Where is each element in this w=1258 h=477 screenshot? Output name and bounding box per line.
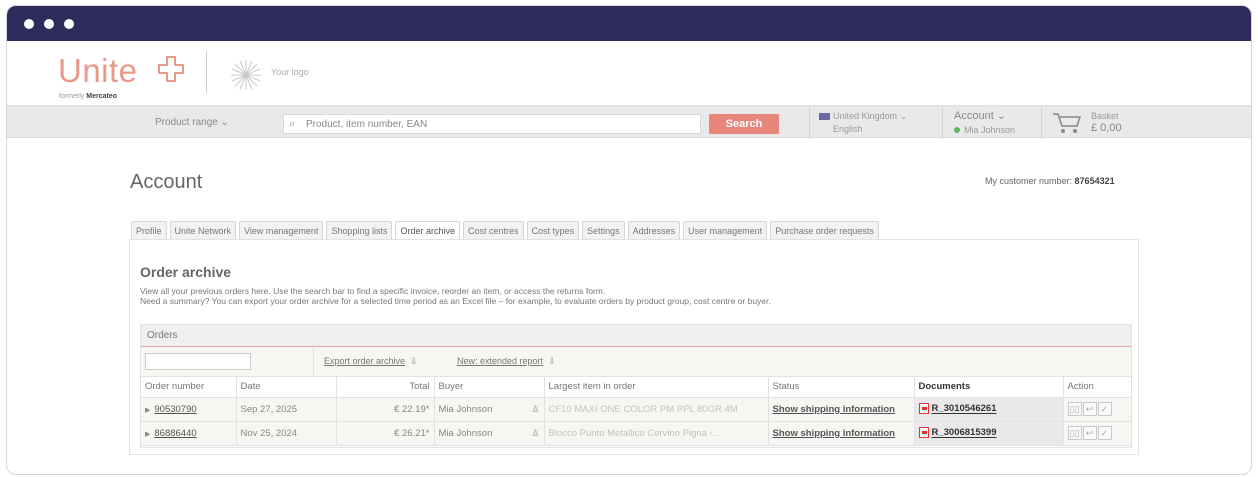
largest-item: Blocco Punto Metallico Cervino Pigna -..… <box>544 421 769 446</box>
brand-cross-icon <box>158 56 184 82</box>
basket-summary[interactable]: Basket £ 0,00 <box>1091 110 1122 134</box>
logo-divider <box>206 51 207 93</box>
orders-table: Order number Date Total Buyer Largest it… <box>141 377 1132 446</box>
export-order-archive-link[interactable]: Export order archive ⇩ <box>324 356 418 367</box>
language-label: English <box>833 124 863 134</box>
account-label: Account ⌄ <box>954 110 1007 122</box>
order-total: € 22.19* <box>336 397 435 422</box>
search-input[interactable]: ⌕ Product, item number, EAN <box>283 114 701 134</box>
document-link[interactable]: R_3006815399 <box>932 428 997 439</box>
online-status-icon <box>954 127 960 133</box>
orders-heading: Orders <box>141 325 1131 347</box>
chevron-down-icon: ⌄ <box>899 111 908 121</box>
window-dot-icon[interactable] <box>64 19 74 29</box>
toolbar-divider <box>313 347 314 377</box>
customer-number: My customer number: 87654321 <box>985 176 1115 186</box>
col-buyer[interactable]: Buyer <box>434 377 545 398</box>
compare-icon[interactable]: ▯▯ <box>1067 402 1082 416</box>
window-dot-icon[interactable] <box>24 19 34 29</box>
tab-shopping-lists[interactable]: Shopping lists <box>326 221 393 239</box>
sunburst-logo-icon <box>231 60 261 90</box>
document-link[interactable]: R_3010546261 <box>932 404 997 415</box>
language-selector[interactable]: United Kingdom ⌄ English <box>819 110 907 136</box>
tab-order-archive[interactable]: Order archive <box>395 221 461 239</box>
country-label: United Kingdom <box>833 111 898 121</box>
order-date: Sep 27, 2025 <box>236 397 337 422</box>
tab-profile[interactable]: Profile <box>131 221 167 239</box>
window-dot-icon[interactable] <box>44 19 54 29</box>
section-description: View all your previous orders here. Use … <box>140 286 771 306</box>
col-order-number[interactable]: Order number <box>141 377 237 398</box>
col-largest-item[interactable]: Largest item in order <box>544 377 769 398</box>
col-status[interactable]: Status <box>768 377 915 398</box>
return-icon[interactable]: ↩ <box>1082 426 1097 440</box>
uk-flag-icon <box>819 113 830 121</box>
basket-amount: £ 0,00 <box>1091 122 1122 134</box>
pdf-icon <box>918 403 929 415</box>
search-icon: ⌕ <box>289 118 296 130</box>
expand-arrow-icon[interactable]: ▶ <box>145 407 150 414</box>
pdf-icon <box>918 427 929 439</box>
tab-unite-network[interactable]: Unite Network <box>169 221 237 239</box>
extended-report-link[interactable]: New: extended report ⇩ <box>457 356 556 367</box>
tab-purchase-order-requests[interactable]: Purchase order requests <box>770 221 879 239</box>
table-header-row: Order number Date Total Buyer Largest it… <box>141 377 1132 398</box>
largest-item: CF10 MAXI ONE COLOR PM PPL 80GR 4M <box>544 397 769 422</box>
order-date: Nov 25, 2024 <box>236 421 337 446</box>
basket-icon[interactable] <box>1051 111 1083 135</box>
browser-window: Unite formerly Mercateo Your logo Produc… <box>6 5 1252 475</box>
brand-logo-text[interactable]: Unite <box>58 52 138 90</box>
compare-icon[interactable]: ▯▯ <box>1067 426 1082 440</box>
top-navbar: Product range ⌄ ⌕ Product, item number, … <box>7 105 1251 139</box>
product-range-dropdown[interactable]: Product range ⌄ <box>155 117 229 128</box>
section-title: Order archive <box>140 264 232 280</box>
tab-user-management[interactable]: User management <box>683 221 768 239</box>
col-total[interactable]: Total <box>336 377 435 398</box>
order-number-link[interactable]: 86886440 <box>154 428 196 439</box>
orders-box: Orders Export order archive ⇩ New: extend… <box>140 324 1132 448</box>
order-buyer: Mia Johnson <box>438 427 493 439</box>
orders-toolbar: Export order archive ⇩ New: extended repo… <box>141 347 1131 377</box>
shipping-info-link[interactable]: Show shipping information <box>773 404 895 415</box>
order-buyer: Mia Johnson <box>438 403 493 415</box>
order-total: € 26.21* <box>336 421 435 446</box>
download-icon: ⇩ <box>410 356 418 366</box>
page-title: Account <box>130 171 203 193</box>
tab-cost-centres[interactable]: Cost centres <box>463 221 524 239</box>
search-placeholder: Product, item number, EAN <box>306 119 428 130</box>
search-button[interactable]: Search <box>709 114 779 134</box>
window-titlebar <box>7 6 1251 41</box>
nav-divider <box>942 106 943 139</box>
checkmark-icon[interactable]: ✓ <box>1097 426 1112 440</box>
order-archive-panel: Order archive View all your previous ord… <box>129 239 1139 455</box>
account-user: Mia Johnson <box>964 125 1016 135</box>
table-row: ▶ 86886440 Nov 25, 2024 € 26.21* Mia John… <box>141 421 1132 446</box>
tab-cost-types[interactable]: Cost types <box>526 221 580 239</box>
download-icon: ⇩ <box>548 356 556 366</box>
basket-label: Basket <box>1091 111 1119 121</box>
nav-divider <box>1041 106 1042 139</box>
site-header: Unite formerly Mercateo Your logo <box>7 41 1251 105</box>
account-menu[interactable]: Account ⌄ Mia Johnson <box>954 109 1015 137</box>
shipping-info-link[interactable]: Show shipping information <box>773 428 895 439</box>
formerly-note: formerly Mercateo <box>59 93 117 100</box>
your-logo-label: Your logo <box>271 67 309 77</box>
person-icon: ♙ <box>531 403 540 414</box>
order-number-link[interactable]: 90530790 <box>154 404 196 415</box>
return-icon[interactable]: ↩ <box>1082 402 1097 416</box>
checkmark-icon[interactable]: ✓ <box>1097 402 1112 416</box>
tab-view-management[interactable]: View management <box>239 221 324 239</box>
nav-divider <box>809 106 810 139</box>
tab-addresses[interactable]: Addresses <box>627 221 681 239</box>
account-tabs: Profile Unite Network View management Sh… <box>131 221 882 239</box>
person-icon: ♙ <box>531 427 540 438</box>
tab-settings[interactable]: Settings <box>582 221 625 239</box>
table-row: ▶ 90530790 Sep 27, 2025 € 22.19* Mia John… <box>141 397 1132 422</box>
col-documents[interactable]: Documents <box>914 377 1064 398</box>
col-date[interactable]: Date <box>236 377 337 398</box>
expand-arrow-icon[interactable]: ▶ <box>145 431 150 438</box>
col-action: Action <box>1063 377 1132 398</box>
order-filter-input[interactable] <box>145 353 251 370</box>
